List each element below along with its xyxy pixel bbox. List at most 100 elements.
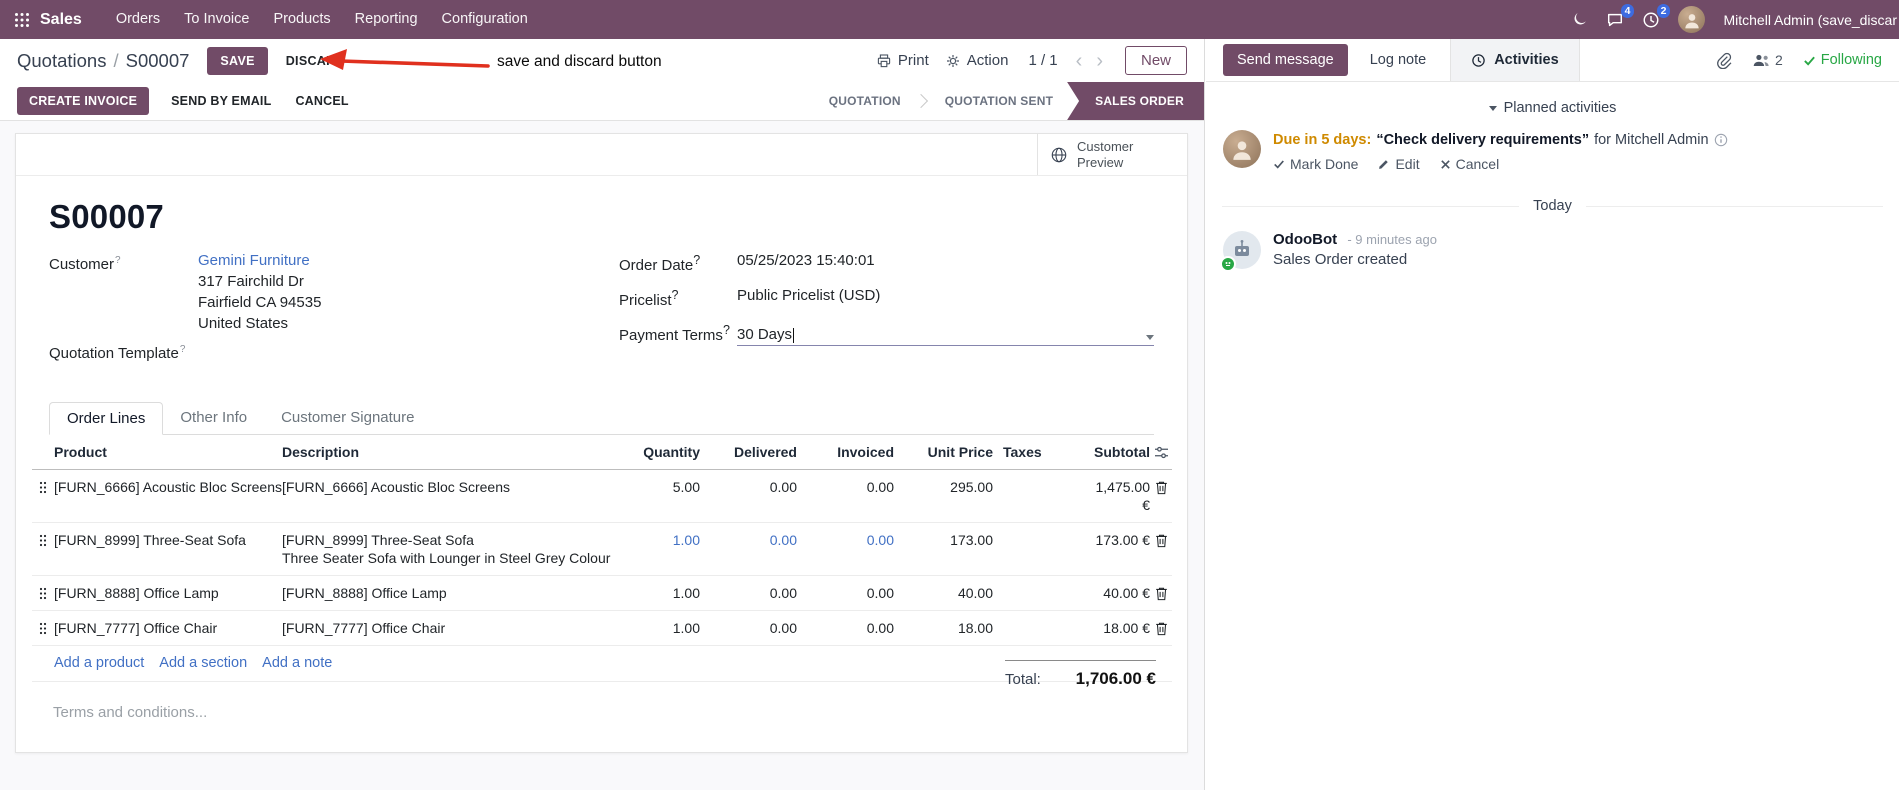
- customer-preview-button[interactable]: Customer Preview: [1037, 134, 1187, 175]
- cell-product[interactable]: [FURN_8888] Office Lamp: [54, 575, 282, 611]
- cell-quantity[interactable]: 1.00: [622, 575, 700, 611]
- tab-order-lines[interactable]: Order Lines: [49, 402, 164, 435]
- followers-button[interactable]: 2: [1752, 52, 1783, 68]
- tab-other-info[interactable]: Other Info: [163, 402, 264, 434]
- column-header-invoiced[interactable]: Invoiced: [797, 435, 894, 470]
- cell-taxes[interactable]: [993, 610, 1085, 646]
- user-name[interactable]: Mitchell Admin (save_discar: [1723, 12, 1897, 28]
- chatter-message: OdooBot - 9 minutes ago Sales Order crea…: [1206, 231, 1899, 272]
- activities-badge: 2: [1656, 3, 1671, 18]
- cell-description[interactable]: [FURN_8999] Three-Seat Sofa Three Seater …: [282, 522, 622, 576]
- pricelist-value[interactable]: Public Pricelist (USD): [737, 285, 880, 311]
- send-message-button[interactable]: Send message: [1223, 44, 1348, 76]
- state-sales-order[interactable]: SALES ORDER: [1067, 82, 1204, 120]
- column-header-description[interactable]: Description: [282, 435, 622, 470]
- cell-unit-price[interactable]: 18.00: [894, 610, 993, 646]
- delete-row-icon[interactable]: [1150, 522, 1172, 576]
- delete-row-icon[interactable]: [1150, 575, 1172, 611]
- cell-taxes[interactable]: [993, 575, 1085, 611]
- paperclip-icon[interactable]: [1715, 52, 1732, 69]
- drag-handle[interactable]: [32, 610, 54, 646]
- drag-handle[interactable]: [32, 469, 54, 523]
- menu-products[interactable]: Products: [261, 0, 342, 39]
- info-icon[interactable]: [1714, 133, 1728, 147]
- cell-product[interactable]: [FURN_7777] Office Chair: [54, 610, 282, 646]
- create-invoice-button[interactable]: CREATE INVOICE: [17, 87, 150, 115]
- log-note-button[interactable]: Log note: [1364, 44, 1432, 76]
- delete-row-icon[interactable]: [1150, 469, 1172, 523]
- tab-customer-signature[interactable]: Customer Signature: [264, 402, 431, 434]
- cell-delivered[interactable]: 0.00: [700, 610, 797, 646]
- menu-orders[interactable]: Orders: [104, 0, 172, 39]
- cell-unit-price[interactable]: 173.00: [894, 522, 993, 576]
- discard-button[interactable]: DISCARD: [276, 47, 355, 75]
- state-quotation[interactable]: QUOTATION: [815, 82, 915, 120]
- drag-handle[interactable]: [32, 575, 54, 611]
- menu-configuration[interactable]: Configuration: [430, 0, 540, 39]
- cancel-activity-button[interactable]: Cancel: [1440, 156, 1499, 172]
- cell-description[interactable]: [FURN_7777] Office Chair: [282, 610, 622, 646]
- send-by-email-button[interactable]: SEND BY EMAIL: [159, 87, 283, 115]
- cell-description[interactable]: [FURN_6666] Acoustic Bloc Screens: [282, 469, 622, 523]
- cell-quantity[interactable]: 5.00: [622, 469, 700, 523]
- moon-icon[interactable]: [1571, 11, 1588, 28]
- messages-icon[interactable]: 4: [1606, 3, 1635, 29]
- menu-reporting[interactable]: Reporting: [343, 0, 430, 39]
- cell-delivered[interactable]: 0.00: [700, 469, 797, 523]
- column-header-unit-price[interactable]: Unit Price: [894, 435, 993, 470]
- column-header-product[interactable]: Product: [54, 435, 282, 470]
- print-button[interactable]: Print: [876, 52, 929, 69]
- cell-taxes[interactable]: [993, 469, 1085, 523]
- cell-description[interactable]: [FURN_8888] Office Lamp: [282, 575, 622, 611]
- dropdown-caret-icon[interactable]: [1146, 335, 1154, 340]
- activities-clock-icon[interactable]: 2: [1642, 3, 1671, 29]
- cell-subtotal: 18.00 €: [1085, 610, 1150, 646]
- quotation-template-field-label[interactable]: Quotation Template?: [49, 344, 619, 362]
- add-a-note-link[interactable]: Add a note: [262, 655, 332, 671]
- cancel-button[interactable]: CANCEL: [283, 87, 360, 115]
- cell-taxes[interactable]: [993, 522, 1085, 576]
- cell-unit-price[interactable]: 295.00: [894, 469, 993, 523]
- app-name[interactable]: Sales: [40, 11, 82, 29]
- column-header-subtotal[interactable]: Subtotal: [1085, 435, 1150, 470]
- breadcrumb-quotations[interactable]: Quotations: [17, 50, 106, 71]
- cell-invoiced[interactable]: 0.00: [797, 522, 894, 576]
- cell-product[interactable]: [FURN_6666] Acoustic Bloc Screens: [54, 469, 282, 523]
- delete-row-icon[interactable]: [1150, 610, 1172, 646]
- action-button[interactable]: Action: [945, 52, 1008, 69]
- drag-handle[interactable]: [32, 522, 54, 576]
- pager-previous-button[interactable]: ‹: [1074, 51, 1085, 71]
- payment-terms-input[interactable]: 30 Days: [737, 320, 1154, 346]
- mark-done-button[interactable]: Mark Done: [1273, 156, 1358, 172]
- column-header-delivered[interactable]: Delivered: [700, 435, 797, 470]
- following-button[interactable]: Following: [1803, 52, 1882, 68]
- menu-to-invoice[interactable]: To Invoice: [172, 0, 261, 39]
- new-button[interactable]: New: [1124, 46, 1187, 75]
- cell-quantity[interactable]: 1.00: [622, 610, 700, 646]
- cell-invoiced[interactable]: 0.00: [797, 469, 894, 523]
- tab-activities[interactable]: Activities: [1450, 39, 1580, 81]
- cell-invoiced[interactable]: 0.00: [797, 575, 894, 611]
- planned-activities-toggle[interactable]: Planned activities: [1206, 100, 1899, 116]
- message-author[interactable]: OdooBot: [1273, 231, 1337, 248]
- optional-columns-icon[interactable]: [1150, 435, 1172, 470]
- column-header-taxes[interactable]: Taxes: [993, 435, 1085, 470]
- apps-grid-icon[interactable]: [14, 12, 30, 28]
- cell-delivered[interactable]: 0.00: [700, 575, 797, 611]
- user-avatar[interactable]: [1678, 6, 1706, 33]
- cell-delivered[interactable]: 0.00: [700, 522, 797, 576]
- edit-activity-button[interactable]: Edit: [1378, 156, 1420, 172]
- customer-link[interactable]: Gemini Furniture: [198, 250, 321, 271]
- column-header-quantity[interactable]: Quantity: [622, 435, 700, 470]
- add-a-product-link[interactable]: Add a product: [54, 655, 144, 671]
- order-date-value[interactable]: 05/25/2023 15:40:01: [737, 250, 875, 276]
- cell-unit-price[interactable]: 40.00: [894, 575, 993, 611]
- pager-next-button[interactable]: ›: [1094, 51, 1105, 71]
- terms-placeholder[interactable]: Terms and conditions...: [53, 704, 1154, 721]
- cell-quantity[interactable]: 1.00: [622, 522, 700, 576]
- cell-invoiced[interactable]: 0.00: [797, 610, 894, 646]
- save-button[interactable]: SAVE: [207, 46, 268, 75]
- add-a-section-link[interactable]: Add a section: [159, 655, 247, 671]
- state-quotation-sent[interactable]: QUOTATION SENT: [931, 82, 1067, 120]
- cell-product[interactable]: [FURN_8999] Three-Seat Sofa: [54, 522, 282, 576]
